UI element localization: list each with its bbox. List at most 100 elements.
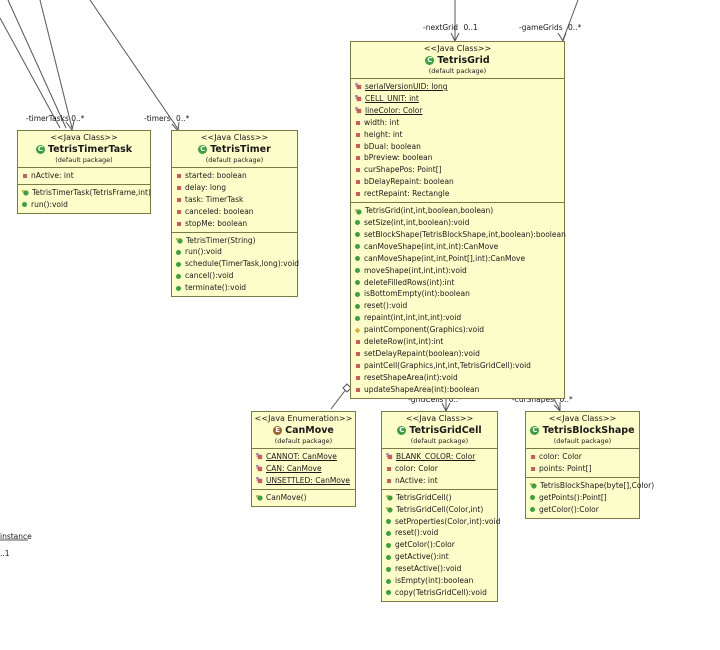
method-row[interactable]: schedule(TimerTask,long):void — [176, 258, 299, 270]
enum-can-move[interactable]: <<Java Enumeration>> E CanMove (default pac… — [251, 411, 356, 507]
method-row[interactable]: c TetrisGridCell(Color,int) — [386, 504, 494, 516]
svg-text:S: S — [386, 453, 389, 459]
method-text: getPoints():Point[] — [539, 492, 607, 502]
method-text: deleteRow(int,int):int — [364, 337, 444, 347]
field-row[interactable]: width: int — [355, 117, 561, 129]
class-tetris-grid[interactable]: <<Java Class>> C TetrisGrid (default packag… — [350, 41, 566, 399]
field-row[interactable]: points: Point[] — [530, 463, 636, 475]
method-row[interactable]: updateShapeArea(int):boolean — [355, 384, 561, 396]
field-row[interactable]: stopMe: boolean — [176, 218, 294, 230]
class-name: E CanMove — [254, 424, 353, 437]
class-tetris-block-shape[interactable]: <<Java Class>> C TetrisBlockShape (default … — [525, 411, 654, 519]
method-row[interactable]: deleteFilledRows(int):int — [355, 277, 561, 289]
field-row[interactable]: curShapePos: Point[] — [355, 164, 561, 176]
field-row[interactable]: SlineColor: Color — [355, 105, 561, 117]
method-row[interactable]: getColor():Color — [386, 539, 494, 551]
class-tetris-timer-task[interactable]: <<Java Class>> C TetrisTimerTask (default p… — [17, 130, 151, 214]
method-text: TetrisTimerTask(TetrisFrame,int) — [32, 187, 151, 197]
method-row[interactable]: repaint(int,int,int,int):void — [355, 312, 561, 324]
field-row[interactable]: color: Color — [530, 451, 636, 463]
class-tetris-timer[interactable]: <<Java Class>> C TetrisTimer (default packa… — [171, 130, 299, 298]
method-row[interactable]: setBlockShape(TetrisBlockShape,int,boole… — [355, 229, 566, 241]
public-icon — [386, 578, 391, 584]
method-text: CanMove() — [266, 492, 307, 502]
public-icon — [355, 291, 360, 297]
method-row[interactable]: reset():void — [386, 527, 494, 539]
field-text: lineColor: Color — [365, 105, 423, 115]
method-text: moveShape(int,int,int):void — [364, 265, 467, 275]
field-row[interactable]: S CELL_UNIT: int — [355, 93, 561, 105]
package-label: (default package) — [553, 437, 612, 445]
public-icon — [386, 566, 391, 572]
method-row[interactable]: c TetrisBlockShape(byte[],Color) — [530, 480, 654, 492]
private-icon — [356, 351, 360, 356]
class-tetris-grid-cell[interactable]: <<Java Class>> C TetrisGridCell (default pa… — [381, 411, 500, 602]
method-row[interactable]: isBottomEmpty(int):boolean — [355, 288, 561, 300]
method-row[interactable]: canMoveShape(int,int,int):CanMove — [355, 241, 561, 253]
method-text: setBlockShape(TetrisBlockShape,int,boole… — [364, 229, 566, 239]
field-text: curShapePos: Point[] — [364, 165, 442, 175]
method-row[interactable]: c TetrisTimerTask(TetrisFrame,int) — [22, 187, 151, 199]
field-row[interactable]: started: boolean — [176, 170, 294, 182]
method-row[interactable]: getPoints():Point[] — [530, 492, 636, 504]
field-row[interactable]: rectRepaint: Rectangle — [355, 188, 561, 200]
field-row[interactable]: delay: long — [176, 182, 294, 194]
method-row[interactable]: cancel():void — [176, 270, 294, 282]
field-row[interactable]: SserialVersionUID: long — [355, 81, 561, 93]
method-row[interactable]: canMoveShape(int,int,Point[],int):CanMov… — [355, 253, 561, 265]
field-row[interactable]: nActive: int — [22, 170, 147, 182]
method-row[interactable]: run():void — [176, 246, 294, 258]
field-text: bPreview: boolean — [364, 153, 433, 163]
method-row[interactable]: setDelayRepaint(boolean):void — [355, 348, 561, 360]
method-text: setProperties(Color,int):void — [395, 516, 501, 526]
field-row[interactable]: S CANNOT: CanMove — [256, 451, 352, 463]
field-row[interactable]: height: int — [355, 129, 561, 141]
method-row[interactable]: c TetrisGridCell() — [386, 492, 494, 504]
timer-tasks-line-2 — [7, 0, 67, 129]
method-text: TetrisBlockShape(byte[],Color) — [540, 480, 655, 490]
method-row[interactable]: resetActive():void — [386, 563, 494, 575]
field-row[interactable]: bDelayRepaint: boolean — [355, 176, 561, 188]
class-name-text: TetrisTimerTask — [47, 144, 133, 155]
method-row[interactable]: getActive():int — [386, 551, 494, 563]
class-name-text: TetrisGrid — [437, 55, 490, 66]
field-row[interactable]: S BLANK_COLOR: Color — [386, 451, 494, 463]
field-text: UNSETTLED: CanMove — [266, 475, 350, 485]
method-row[interactable]: c TetrisTimer(String) — [176, 235, 294, 247]
svg-text:c: c — [176, 237, 179, 242]
method-text: setDelayRepaint(boolean):void — [364, 348, 480, 358]
constructor-icon: c — [355, 208, 362, 215]
field-row[interactable]: task: TimerTask — [176, 194, 294, 206]
method-row[interactable]: paintComponent(Graphics):void — [354, 324, 561, 336]
method-row[interactable]: reset():void — [355, 300, 561, 312]
field-row[interactable]: bPreview: boolean — [355, 152, 561, 164]
method-row[interactable]: copy(TetrisGridCell):void — [386, 587, 494, 599]
method-row[interactable]: run():void — [22, 199, 147, 211]
method-text: isBottomEmpty(int):boolean — [364, 289, 470, 299]
method-row[interactable]: isEmpty(int):boolean — [386, 575, 494, 587]
field-row[interactable]: S UNSETTLED: CanMove — [256, 475, 352, 487]
method-row[interactable]: deleteRow(int,int):int — [355, 336, 561, 348]
method-text: terminate():void — [185, 283, 247, 293]
method-row[interactable]: setSize(int,int,boolean):void — [355, 217, 561, 229]
method-text: getColor():Color — [395, 540, 455, 550]
method-row[interactable]: resetShapeArea(int):void — [355, 372, 561, 384]
method-row[interactable]: setProperties(Color,int):void — [386, 516, 500, 528]
field-row[interactable]: canceled: boolean — [176, 206, 294, 218]
stereotype-label: <<Java Class>> — [548, 414, 617, 423]
method-text: copy(TetrisGridCell):void — [395, 587, 487, 597]
field-row[interactable]: color: Color — [386, 463, 494, 475]
fields-section: S CANNOT: CanMove S CAN: CanMove S UNSETTLED:… — [252, 449, 355, 489]
field-row[interactable]: S CAN: CanMove — [256, 463, 352, 475]
field-row[interactable]: bDual: boolean — [355, 141, 561, 153]
method-row[interactable]: getColor():Color — [530, 504, 636, 516]
field-text: height: int — [364, 129, 403, 139]
field-row[interactable]: nActive: int — [386, 475, 494, 487]
method-row[interactable]: terminate():void — [176, 282, 294, 294]
method-row[interactable]: paintCell(Graphics,int,int,TetrisGridCel… — [355, 360, 561, 372]
method-row[interactable]: moveShape(int,int,int):void — [355, 265, 561, 277]
method-row[interactable]: c TetrisGrid(int,int,boolean,boolean) — [355, 205, 561, 217]
methods-section: c TetrisTimerTask(TetrisFrame,int) run():v… — [18, 183, 151, 213]
method-row[interactable]: c CanMove() — [256, 492, 352, 504]
public-icon — [386, 554, 391, 560]
